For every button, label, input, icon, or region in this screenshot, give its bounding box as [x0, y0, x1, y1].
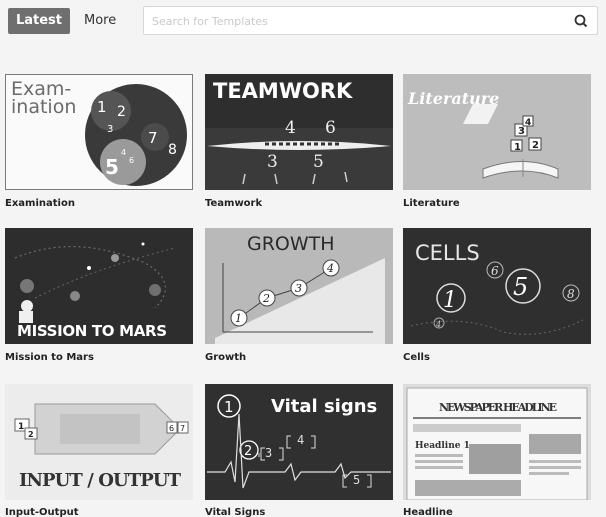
exam-title-2: ination — [11, 96, 76, 118]
svg-text:3: 3 — [295, 282, 302, 295]
svg-text:5: 5 — [513, 273, 528, 301]
svg-text:5: 5 — [105, 155, 119, 179]
search-box — [143, 6, 598, 35]
svg-text:6: 6 — [129, 156, 134, 165]
svg-text:6: 6 — [491, 264, 499, 278]
template-title[interactable]: Teamwork — [205, 198, 262, 209]
svg-text:3: 3 — [518, 126, 525, 137]
thumbnail-cells: CELLS 1 5 6 8 4 — [403, 228, 591, 344]
thumbnail-vital-signs: Vital signs 1 2 3 4 5 — [205, 384, 393, 500]
svg-text:INPUT / OUTPUT: INPUT / OUTPUT — [19, 470, 182, 491]
svg-text:TEAMWORK: TEAMWORK — [213, 79, 353, 103]
svg-text:7: 7 — [180, 424, 185, 433]
svg-text:3: 3 — [265, 446, 272, 460]
template-title[interactable]: Vital Signs — [205, 507, 265, 517]
template-title[interactable]: Examination — [5, 198, 75, 209]
template-title[interactable]: Input-Output — [5, 507, 79, 517]
svg-text:MISSION TO MARS: MISSION TO MARS — [17, 322, 167, 340]
svg-text:1: 1 — [235, 312, 242, 325]
thumbnail-examination: Exam- ination 1 2 3 4 5 6 7 8 — [5, 74, 193, 190]
svg-text:Vital signs: Vital signs — [271, 396, 377, 417]
svg-text:4: 4 — [326, 262, 334, 275]
svg-text:4: 4 — [285, 118, 296, 138]
tab-more[interactable]: More — [84, 8, 116, 34]
svg-text:CELLS: CELLS — [415, 241, 480, 265]
svg-text:1: 1 — [18, 422, 24, 432]
svg-text:GROWTH: GROWTH — [247, 233, 335, 255]
svg-text:8: 8 — [567, 287, 575, 301]
svg-text:1: 1 — [443, 288, 457, 313]
svg-text:NEWSPAPER HEADLINE: NEWSPAPER HEADLINE — [439, 401, 557, 414]
thumbnail-literature: Literature 1 2 3 4 — [403, 74, 591, 190]
svg-text:7: 7 — [148, 129, 158, 147]
thumbnail-headline: NEWSPAPER HEADLINE Headline 1 — [403, 384, 591, 500]
svg-text:4: 4 — [297, 433, 304, 447]
svg-text:3: 3 — [107, 124, 113, 135]
thumbnail-input-output: 1 2 6 7 INPUT / OUTPUT — [5, 384, 193, 500]
svg-text:8: 8 — [168, 142, 177, 158]
svg-text:2: 2 — [532, 140, 539, 151]
svg-text:2: 2 — [28, 430, 34, 439]
svg-text:4: 4 — [435, 320, 441, 329]
svg-text:2: 2 — [117, 104, 126, 120]
svg-text:Headline 1: Headline 1 — [415, 441, 470, 451]
svg-text:5: 5 — [313, 152, 324, 172]
template-title[interactable]: Cells — [403, 352, 430, 363]
thumbnail-growth: GROWTH 1 2 3 4 — [205, 228, 393, 344]
svg-text:5: 5 — [353, 473, 360, 487]
template-title[interactable]: Growth — [205, 352, 246, 363]
template-title[interactable]: Headline — [403, 507, 453, 517]
top-bar: Latest More — [0, 0, 606, 44]
template-title[interactable]: Mission to Mars — [5, 352, 94, 363]
svg-text:4: 4 — [525, 118, 531, 128]
svg-text:1: 1 — [224, 398, 234, 416]
thumbnail-mission-to-mars: MISSION TO MARS — [5, 228, 193, 344]
svg-text:2: 2 — [244, 444, 252, 459]
svg-text:1: 1 — [514, 142, 521, 153]
search-input[interactable] — [152, 12, 552, 30]
tab-latest[interactable]: Latest — [8, 8, 70, 34]
search-icon — [574, 14, 588, 28]
svg-text:4: 4 — [121, 148, 126, 157]
template-title[interactable]: Literature — [403, 198, 460, 209]
svg-text:6: 6 — [325, 118, 336, 138]
svg-text:Literature: Literature — [407, 89, 499, 108]
svg-text:6: 6 — [169, 424, 174, 433]
svg-text:1: 1 — [97, 98, 107, 116]
search-button[interactable] — [571, 11, 591, 31]
thumbnail-teamwork: TEAMWORK 4 6 3 5 — [205, 74, 393, 190]
svg-text:2: 2 — [262, 292, 270, 305]
svg-text:3: 3 — [267, 152, 278, 172]
